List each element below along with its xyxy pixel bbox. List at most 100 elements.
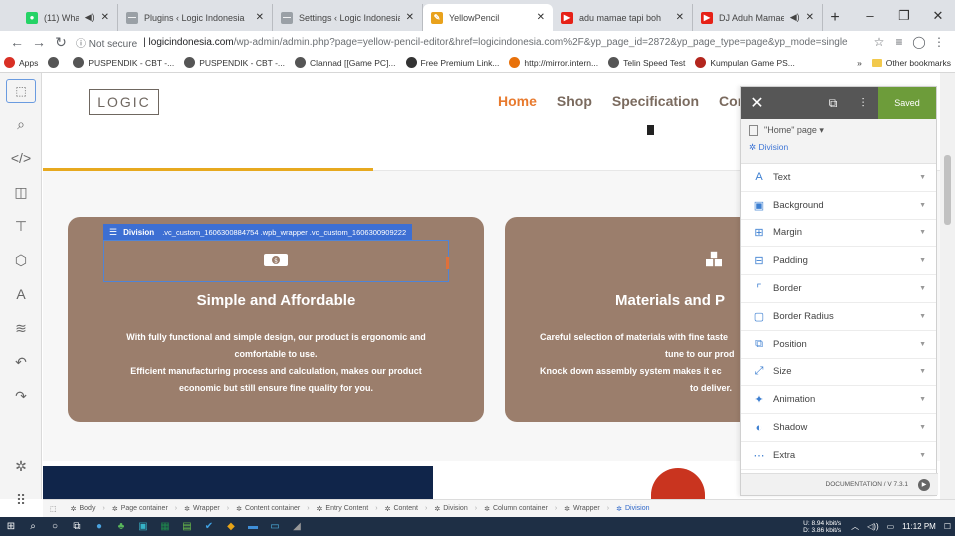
browser-tab[interactable]: ✎ YellowPencil ✕	[423, 4, 553, 31]
tab-close-icon[interactable]: ✕	[537, 12, 545, 23]
bookmarks-more[interactable]: »	[857, 58, 862, 68]
taskbar-search-icon[interactable]: ⌕	[22, 517, 44, 536]
app-icon[interactable]: ♣	[110, 517, 132, 536]
browser-tab[interactable]: ▶ DJ Aduh Mamae A ◀) ✕	[693, 4, 823, 31]
bookmark-item[interactable]: Free Premium Link...	[405, 57, 499, 68]
tab-close-icon[interactable]: ✕	[406, 12, 414, 23]
resize-handle[interactable]	[446, 257, 449, 269]
windows-start-icon[interactable]: ⊞	[0, 517, 22, 536]
bookmark-item[interactable]: Telin Speed Test	[608, 57, 685, 68]
app-icon[interactable]: ▬	[242, 517, 264, 536]
breadcrumb-item[interactable]: ✲ Entry Content	[310, 505, 376, 513]
property-border-radius[interactable]: ▢ Border Radius ▼	[741, 303, 936, 331]
layers-icon[interactable]: ⧉	[818, 96, 848, 111]
new-tab-button[interactable]: +	[823, 4, 847, 31]
sliders-icon[interactable]: ⫶	[848, 96, 878, 111]
address-input[interactable]: ⓘ Not secure | logicindonesia.com/wp-adm…	[72, 32, 869, 52]
browser-tab[interactable]: ● (11) WhatsApp ◀) ✕	[18, 4, 118, 31]
property-background[interactable]: ▣ Background ▼	[741, 192, 936, 220]
site-nav-shop[interactable]: Shop	[557, 93, 592, 109]
breadcrumb-item[interactable]: ✲ Body	[64, 505, 103, 513]
hamburger-icon[interactable]: ☰	[109, 227, 117, 238]
app-icon[interactable]: ▭	[264, 517, 286, 536]
property-border[interactable]: ⌜ Border ▼	[741, 275, 936, 303]
scrollbar-thumb[interactable]	[944, 155, 951, 225]
breadcrumb-item[interactable]: ✲ Column container	[477, 505, 555, 513]
minimize-button[interactable]: –	[853, 0, 887, 31]
property-animation[interactable]: ✦ Animation ▼	[741, 386, 936, 415]
responsive-icon[interactable]: ◫	[0, 175, 42, 209]
cortana-icon[interactable]: ○	[44, 517, 66, 536]
breadcrumb-item[interactable]: ✲ Division	[427, 505, 474, 513]
network-icon[interactable]: ▭	[887, 522, 895, 531]
forward-icon[interactable]: →	[28, 32, 50, 52]
breadcrumb-item[interactable]: ✲ Wrapper	[557, 505, 607, 513]
page-scrollbar[interactable]	[940, 73, 955, 499]
cube-icon[interactable]: ⬡	[0, 243, 42, 277]
chevron-up-icon[interactable]: ︿	[851, 521, 859, 532]
property-padding[interactable]: ⊟ Padding ▼	[741, 247, 936, 276]
maximize-button[interactable]: ❐	[887, 0, 921, 31]
close-icon[interactable]: ✕	[741, 93, 773, 113]
bookmark-item[interactable]: Kumpulan Game PS...	[695, 57, 795, 68]
bookmark-item[interactable]: Clannad [[Game PC]...	[295, 57, 396, 68]
volume-icon[interactable]: ◁))	[867, 522, 878, 531]
breadcrumb-item[interactable]: ✲ Content container	[229, 505, 307, 513]
bookmark-item[interactable]: Apps	[4, 57, 38, 68]
menu-kebab-icon[interactable]: ⋮	[929, 35, 949, 49]
play-icon[interactable]: ▶	[918, 478, 930, 491]
site-nav-home[interactable]: Home	[498, 93, 537, 109]
app-icon[interactable]: ◆	[220, 517, 242, 536]
excel-icon[interactable]: ▦	[154, 517, 176, 536]
tab-close-icon[interactable]: ✕	[676, 12, 684, 23]
app-icon[interactable]: ✔	[198, 517, 220, 536]
app-icon[interactable]: ▣	[132, 517, 154, 536]
redo-icon[interactable]: ↷	[0, 379, 42, 413]
bookmark-item[interactable]: PUSPENDIK - CBT -...	[73, 57, 174, 68]
task-view-icon[interactable]: ⧉	[66, 517, 88, 536]
more-icon[interactable]: ⠿	[0, 483, 42, 517]
breadcrumb-item[interactable]: ✲ Wrapper	[177, 505, 227, 513]
clock[interactable]: 11:12 PM	[902, 522, 936, 531]
tab-close-icon[interactable]: ✕	[256, 12, 264, 23]
browser-tab[interactable]: — Settings ‹ Logic Indonesia ✕	[273, 4, 423, 31]
tab-close-icon[interactable]: ✕	[101, 12, 109, 23]
reload-icon[interactable]: ↻	[50, 32, 72, 52]
bookmark-item[interactable]: PUSPENDIK - CBT -...	[184, 57, 285, 68]
element-picker-icon[interactable]: ⬚	[6, 79, 36, 103]
breadcrumb-item[interactable]: ✲ Page container	[105, 505, 175, 513]
speaker-icon[interactable]: ◀)	[790, 12, 800, 23]
site-logo[interactable]: LOGIC	[89, 89, 159, 115]
profile-icon[interactable]: ◯	[909, 35, 929, 49]
measure-icon[interactable]: ⊤	[0, 209, 42, 243]
site-nav-specification[interactable]: Specification	[612, 93, 699, 109]
page-selector[interactable]: "Home" page ▾	[749, 125, 928, 136]
settings-icon[interactable]: ✲	[0, 449, 42, 483]
search-icon[interactable]: ⌕	[0, 107, 42, 141]
breadcrumb-item[interactable]: ✲ Division	[609, 505, 656, 513]
back-icon[interactable]: ←	[6, 32, 28, 52]
bookmark-item[interactable]: http://mirror.intern...	[509, 57, 598, 68]
app-icon[interactable]: ▤	[176, 517, 198, 536]
app-icon[interactable]: ◢	[286, 517, 308, 536]
property-text[interactable]: A Text ▼	[741, 164, 936, 192]
security-info[interactable]: ⓘ Not secure	[76, 35, 137, 50]
selection-label-bar[interactable]: ☰ Division .vc_custom_1606300884754 .wpb…	[103, 224, 413, 240]
window-close-button[interactable]: ✕	[921, 0, 955, 31]
property-margin[interactable]: ⊞ Margin ▼	[741, 220, 936, 248]
other-bookmarks[interactable]: Other bookmarks	[886, 58, 951, 68]
documentation-link[interactable]: DOCUMENTATION / V 7.3.1	[826, 481, 908, 488]
typography-icon[interactable]: A	[0, 277, 42, 311]
browser-tab[interactable]: ▶ adu mamae tapi boh ✕	[553, 4, 693, 31]
tab-close-icon[interactable]: ✕	[806, 12, 814, 23]
code-icon[interactable]: </>	[0, 141, 42, 175]
browser-tab[interactable]: — Plugins ‹ Logic Indonesia ✕	[118, 4, 273, 31]
property-size[interactable]: ⤢ Size ▼	[741, 359, 936, 387]
bookmark-item[interactable]	[48, 57, 63, 68]
reading-list-icon[interactable]: ≡	[889, 35, 909, 49]
feature-card-2[interactable]: Materials and P Careful selection of mat…	[505, 217, 765, 422]
selected-element-outline[interactable]	[103, 240, 449, 282]
bookmark-star-icon[interactable]: ☆	[869, 35, 889, 49]
property-position[interactable]: ⧉ Position ▼	[741, 331, 936, 359]
speaker-icon[interactable]: ◀)	[85, 12, 95, 23]
